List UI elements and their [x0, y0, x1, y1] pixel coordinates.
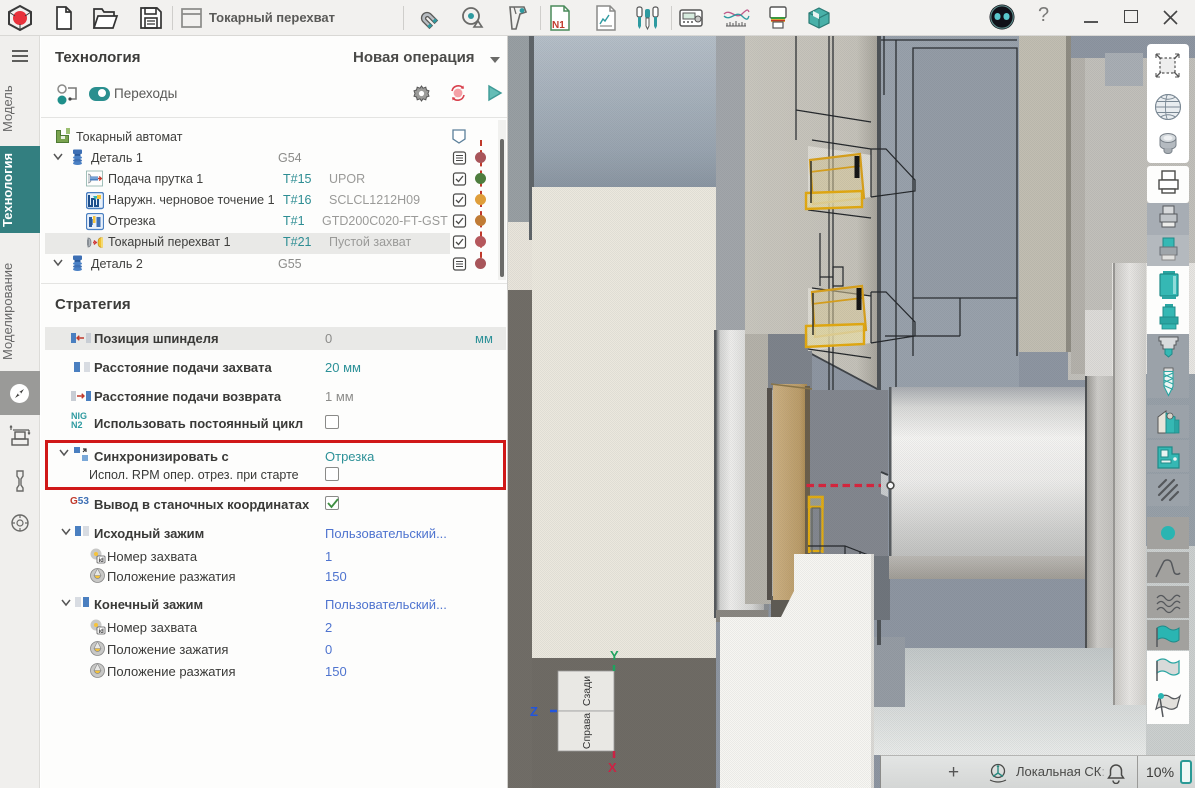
svg-text:id: id [99, 558, 105, 564]
svg-text:Справа: Справа [581, 713, 593, 749]
svg-text:Z: Z [530, 704, 538, 719]
svg-text:X: X [608, 760, 617, 775]
svg-text:Сзади: Сзади [581, 676, 593, 706]
svg-text:id: id [99, 629, 105, 635]
svg-text:Y: Y [610, 648, 619, 663]
svg-text:N1: N1 [552, 20, 565, 31]
